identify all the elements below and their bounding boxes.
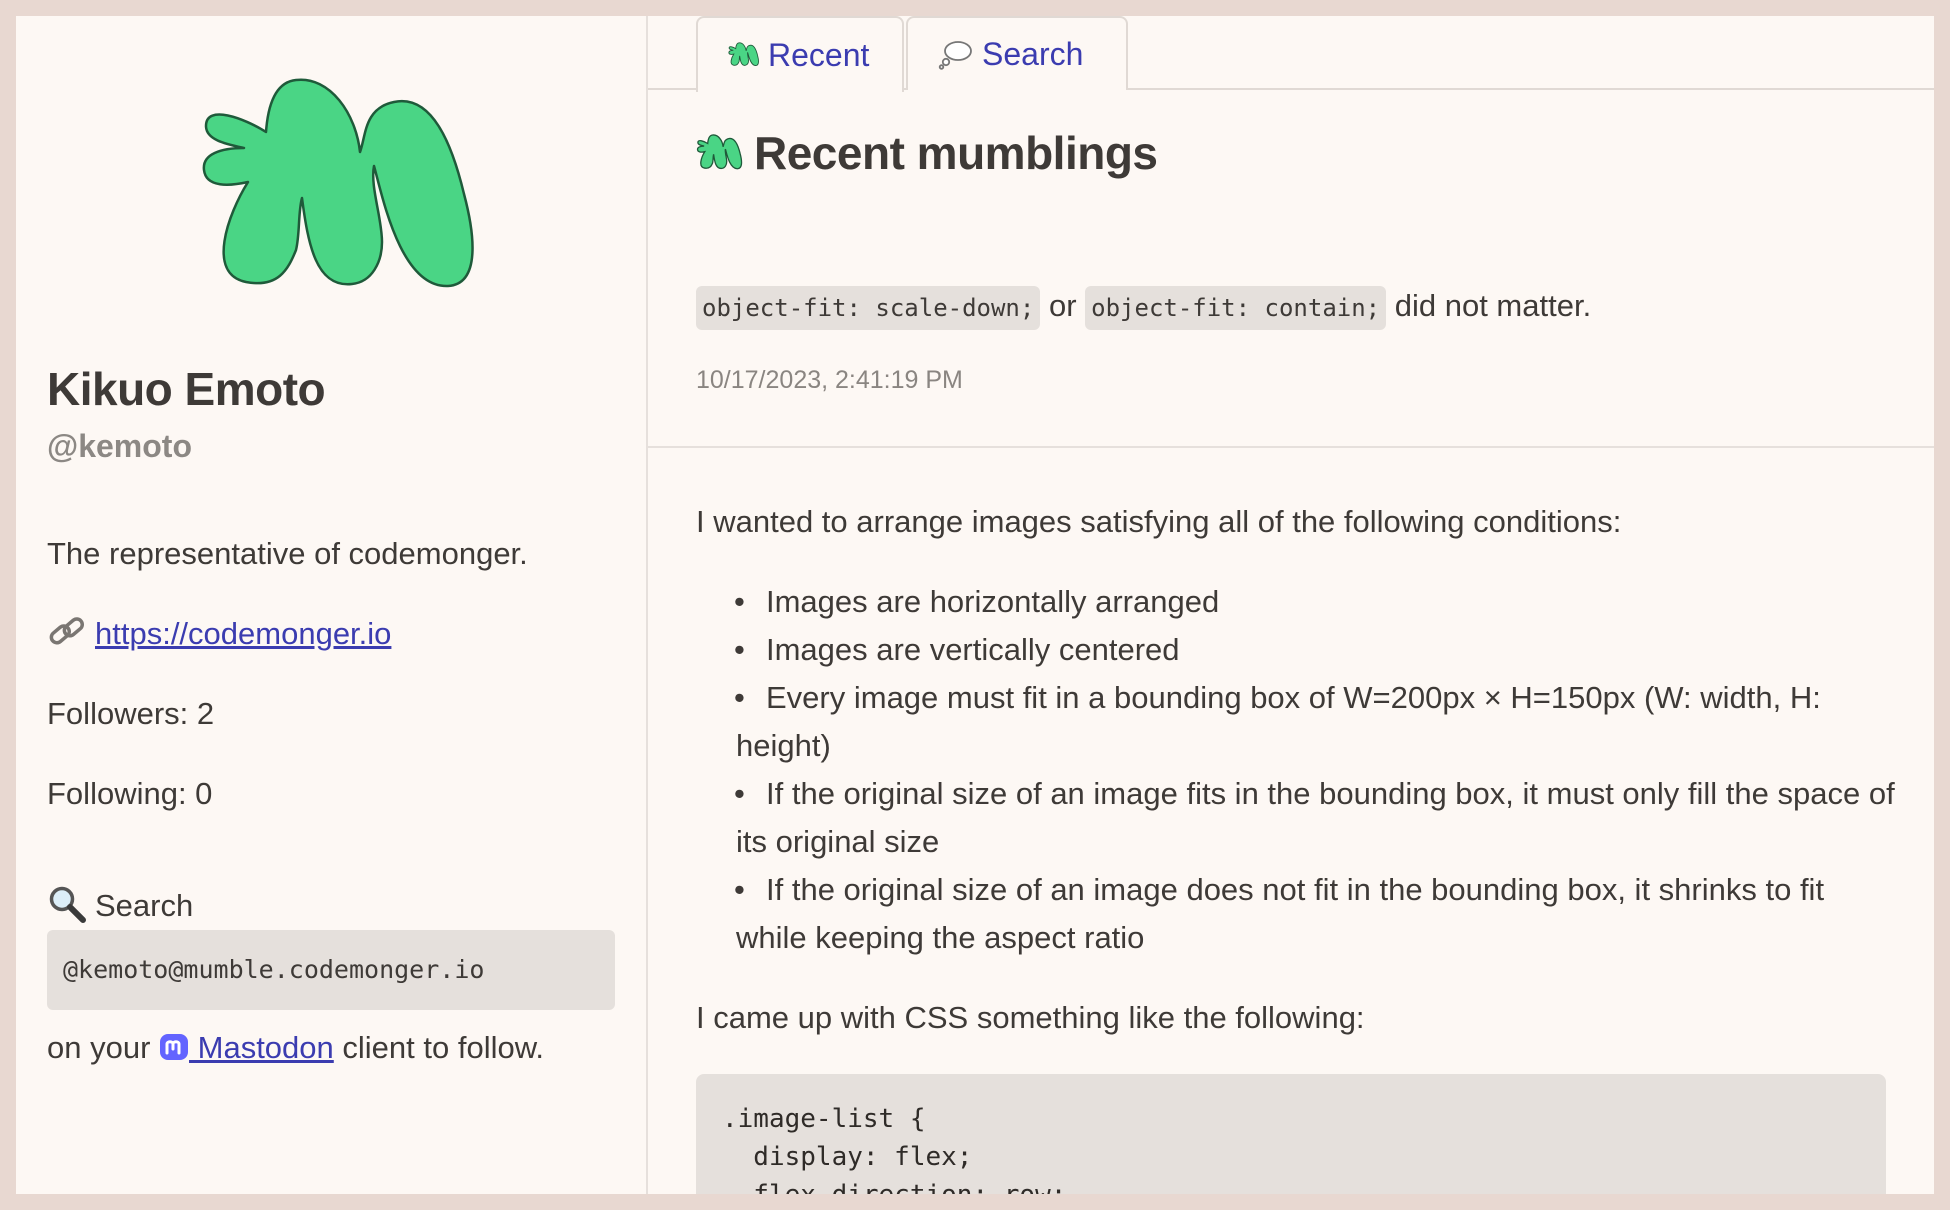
profile-website-row: https://codemonger.io — [47, 612, 391, 660]
tab-search[interactable]: Search — [906, 16, 1128, 90]
post-1-suffix: did not matter. — [1386, 288, 1592, 323]
list-item: Images are vertically centered — [696, 626, 1896, 674]
thought-balloon-icon — [938, 38, 974, 70]
tab-bar: Recent Search — [648, 16, 1934, 92]
inline-code: object-fit: scale-down; — [696, 286, 1041, 330]
follow-suffix: client to follow. — [333, 1030, 544, 1065]
list-item: If the original size of an image does no… — [696, 866, 1896, 962]
code-block: .image-list { display: flex; flex-direct… — [696, 1074, 1886, 1194]
post-1-body: object-fit: scale-down; or object-fit: c… — [696, 286, 1592, 330]
profile-bio: The representative of codemonger. — [47, 536, 528, 571]
tab-recent[interactable]: Recent — [696, 16, 904, 92]
post-1-connector: or — [1040, 288, 1086, 323]
page-title-text: Recent mumblings — [754, 127, 1158, 179]
profile-name: Kikuo Emoto — [47, 363, 326, 415]
mastodon-link[interactable]: Mastodon — [159, 1030, 334, 1065]
post-1-timestamp: 10/17/2023, 2:41:19 PM — [696, 366, 963, 394]
app-frame: Kikuo Emoto @kemoto The representative o… — [16, 16, 1934, 1194]
followers-count: Followers: 2 — [47, 696, 215, 731]
mumble-logo-icon — [202, 78, 474, 288]
mumble-logo-icon — [728, 42, 760, 68]
website-link[interactable]: https://codemonger.io — [95, 616, 391, 651]
page-title: Recent mumblings — [696, 126, 1158, 180]
mastodon-icon — [159, 1032, 189, 1062]
search-label: Search — [95, 888, 194, 924]
profile-sidebar: Kikuo Emoto @kemoto The representative o… — [16, 16, 648, 1194]
tab-search-label: Search — [982, 35, 1084, 72]
mumble-logo-icon — [696, 134, 744, 172]
post-2-intro: I wanted to arrange images satisfying al… — [696, 504, 1622, 539]
profile-handle: @kemoto — [47, 428, 192, 464]
conditions-list: Images are horizontally arranged Images … — [696, 578, 1896, 962]
list-item: If the original size of an image fits in… — [696, 770, 1896, 866]
tab-recent-label: Recent — [768, 36, 870, 73]
follow-prefix: on your — [47, 1030, 160, 1065]
follow-instructions: on your Mastodon client to follow. — [47, 1030, 544, 1066]
link-icon — [47, 612, 87, 660]
inline-code: object-fit: contain; — [1085, 286, 1387, 330]
mastodon-search-heading: Search — [47, 884, 193, 932]
following-count: Following: 0 — [47, 776, 213, 811]
account-address-box[interactable]: @kemoto@mumble.codemonger.io — [47, 930, 615, 1010]
post-divider — [648, 446, 1934, 448]
magnifier-icon — [47, 884, 87, 932]
main-content: Recent Search Recent mumblings object-fi… — [648, 16, 1934, 1194]
list-item: Every image must fit in a bounding box o… — [696, 674, 1896, 770]
mastodon-link-label: Mastodon — [189, 1030, 334, 1065]
post-2-outro: I came up with CSS something like the fo… — [696, 1000, 1365, 1035]
list-item: Images are horizontally arranged — [696, 578, 1896, 626]
